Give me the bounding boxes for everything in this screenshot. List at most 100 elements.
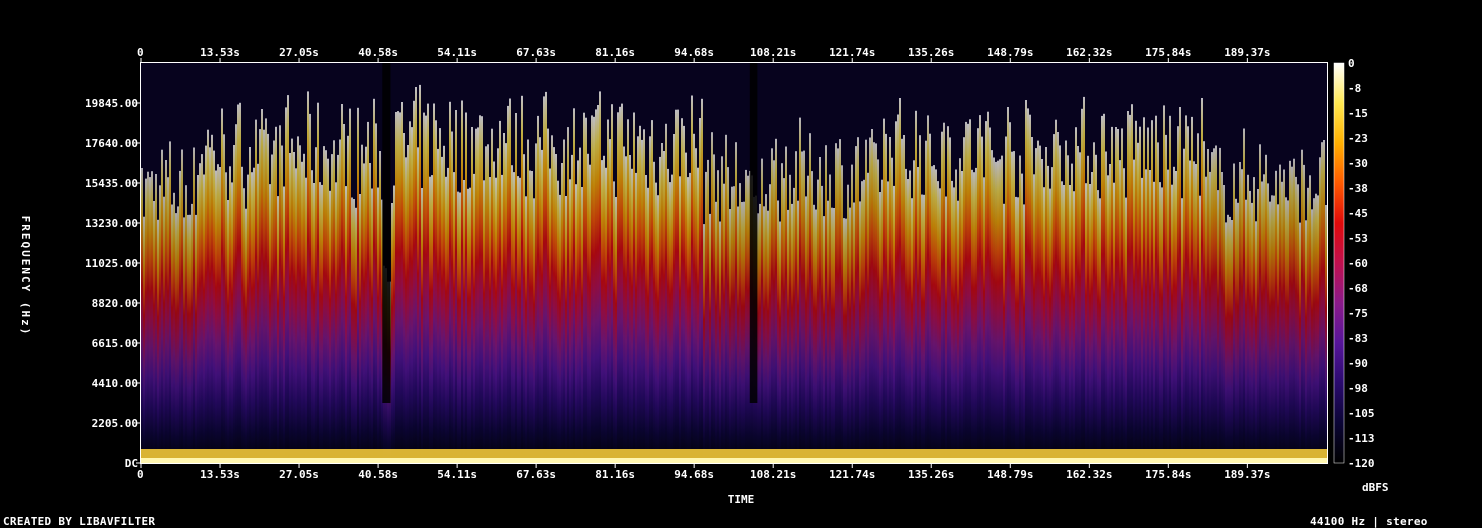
spectrum-strip [1055,119,1057,463]
spectrum-strip [795,151,797,463]
spectrum-strip [573,108,575,464]
spectrum-strip [777,200,779,463]
colorbar-tick-label: -53 [1348,232,1368,245]
spectrum-strip [431,175,433,463]
spectrum-strip [323,146,325,463]
spectrum-strip [835,143,837,463]
spectrum-strip [1081,108,1083,464]
spectrum-strip [341,104,343,463]
spectrum-strip [1273,195,1275,463]
spectrum-strip [639,125,641,464]
spectrum-strip [633,112,635,463]
spectrum-strip [405,157,407,464]
spectrum-strip [785,146,787,463]
spectrum-strip [1261,181,1263,463]
spectrum-strip [665,123,667,464]
spectrum-strip [175,213,177,463]
spectrum-strip [645,175,647,463]
spectrum-strip [273,140,275,463]
spectrum-strip [427,103,429,463]
spectrum-strip [705,171,707,463]
spectrum-strip [411,127,413,463]
spectrum-strip [461,100,463,463]
spectrum-strip [651,120,653,463]
spectrum-strip [1013,151,1015,463]
spectrum-strip [391,203,393,463]
spectrum-strip [1287,200,1289,463]
spectrum-strip [1209,171,1211,463]
spectrum-strip [187,214,189,463]
spectrum-strip [1075,127,1077,463]
spectrum-strip [183,217,185,463]
spectrum-strip [221,108,223,463]
spectrum-strip [743,201,745,463]
quiet-segment [382,63,391,403]
spectrum-strip [973,172,975,463]
x-axis-bottom: 0 13.53s 27.05s 40.58s 54.11s 67.63s 81.16s 94.… [137,463,1271,481]
spectrum-strip [449,101,451,464]
spectrum-strip [357,107,359,464]
spectrum-strip [463,180,465,463]
spectrum-strip [1193,161,1195,464]
spectrum-strip [585,117,587,463]
spectrum-strip [455,110,457,463]
spectrum-strip [1127,111,1129,463]
spectrum-strip [1097,190,1099,463]
spectrum-strip [1301,149,1303,463]
x-tick-label-top: 40.58s [358,46,398,59]
spectrum-strip [933,165,935,463]
spectrum-strip [153,201,155,463]
spectrum-strip [941,131,943,463]
spectrum-strip [635,172,637,463]
x-tick-label-bottom: 121.74s [829,468,875,481]
spectrum-strip [1169,115,1171,464]
spectrum-strip [1067,155,1069,464]
spectrum-strip [419,84,421,464]
spectrum-strip [955,169,957,463]
spectrum-strip [1049,188,1051,463]
spectrum-strip [513,172,515,463]
spectrum-strip [1323,140,1325,463]
spectrum-strip [215,170,217,463]
spectrum-strip [1101,115,1103,464]
spectrum-strip [367,121,369,464]
spectrum-strip [305,177,307,463]
spectrum-strip [699,118,701,463]
spectrum-strip [611,104,613,463]
spectrum-strip [679,176,681,464]
spectrum-strip [869,137,871,463]
spectrum-strip [531,171,533,463]
spectrum-strip [1077,146,1079,463]
spectrum-strip [1153,181,1155,464]
spectrum-strip [361,144,363,463]
spectrum-strip [767,210,769,463]
spectrum-strip [1143,117,1145,464]
spectrum-strip [581,187,583,463]
spectrum-strip [509,98,511,463]
spectrum-strip [537,115,539,464]
spectrum-strip [363,163,365,463]
spectrum-strip [1199,195,1201,463]
spectrum-strip [899,98,901,463]
spectrum-strip [1271,195,1273,464]
spectrum-strip [1239,162,1241,463]
spectrum-strip [1305,220,1307,463]
spectrum-strip [615,197,617,463]
spectrum-strip [579,147,581,463]
spectrum-strip [1249,190,1251,463]
spectrum-strip [983,177,985,464]
spectrum-strip [369,163,371,463]
spectrum-strip [673,134,675,463]
spectrum-strip [307,91,309,464]
spectrum-strip [475,128,477,463]
spectrum-strip [1265,154,1267,464]
spectrum-strip [165,160,167,463]
spectrum-strip [437,148,439,463]
spectrum-strip [921,194,923,463]
spectrum-strip [1029,114,1031,463]
x-tick-label-bottom: 81.16s [595,468,635,481]
y-tick-label: 4410.00 [92,377,138,390]
spectrum-strip [425,115,427,463]
spectrum-strip [589,164,591,463]
spectrum-strip [287,95,289,463]
